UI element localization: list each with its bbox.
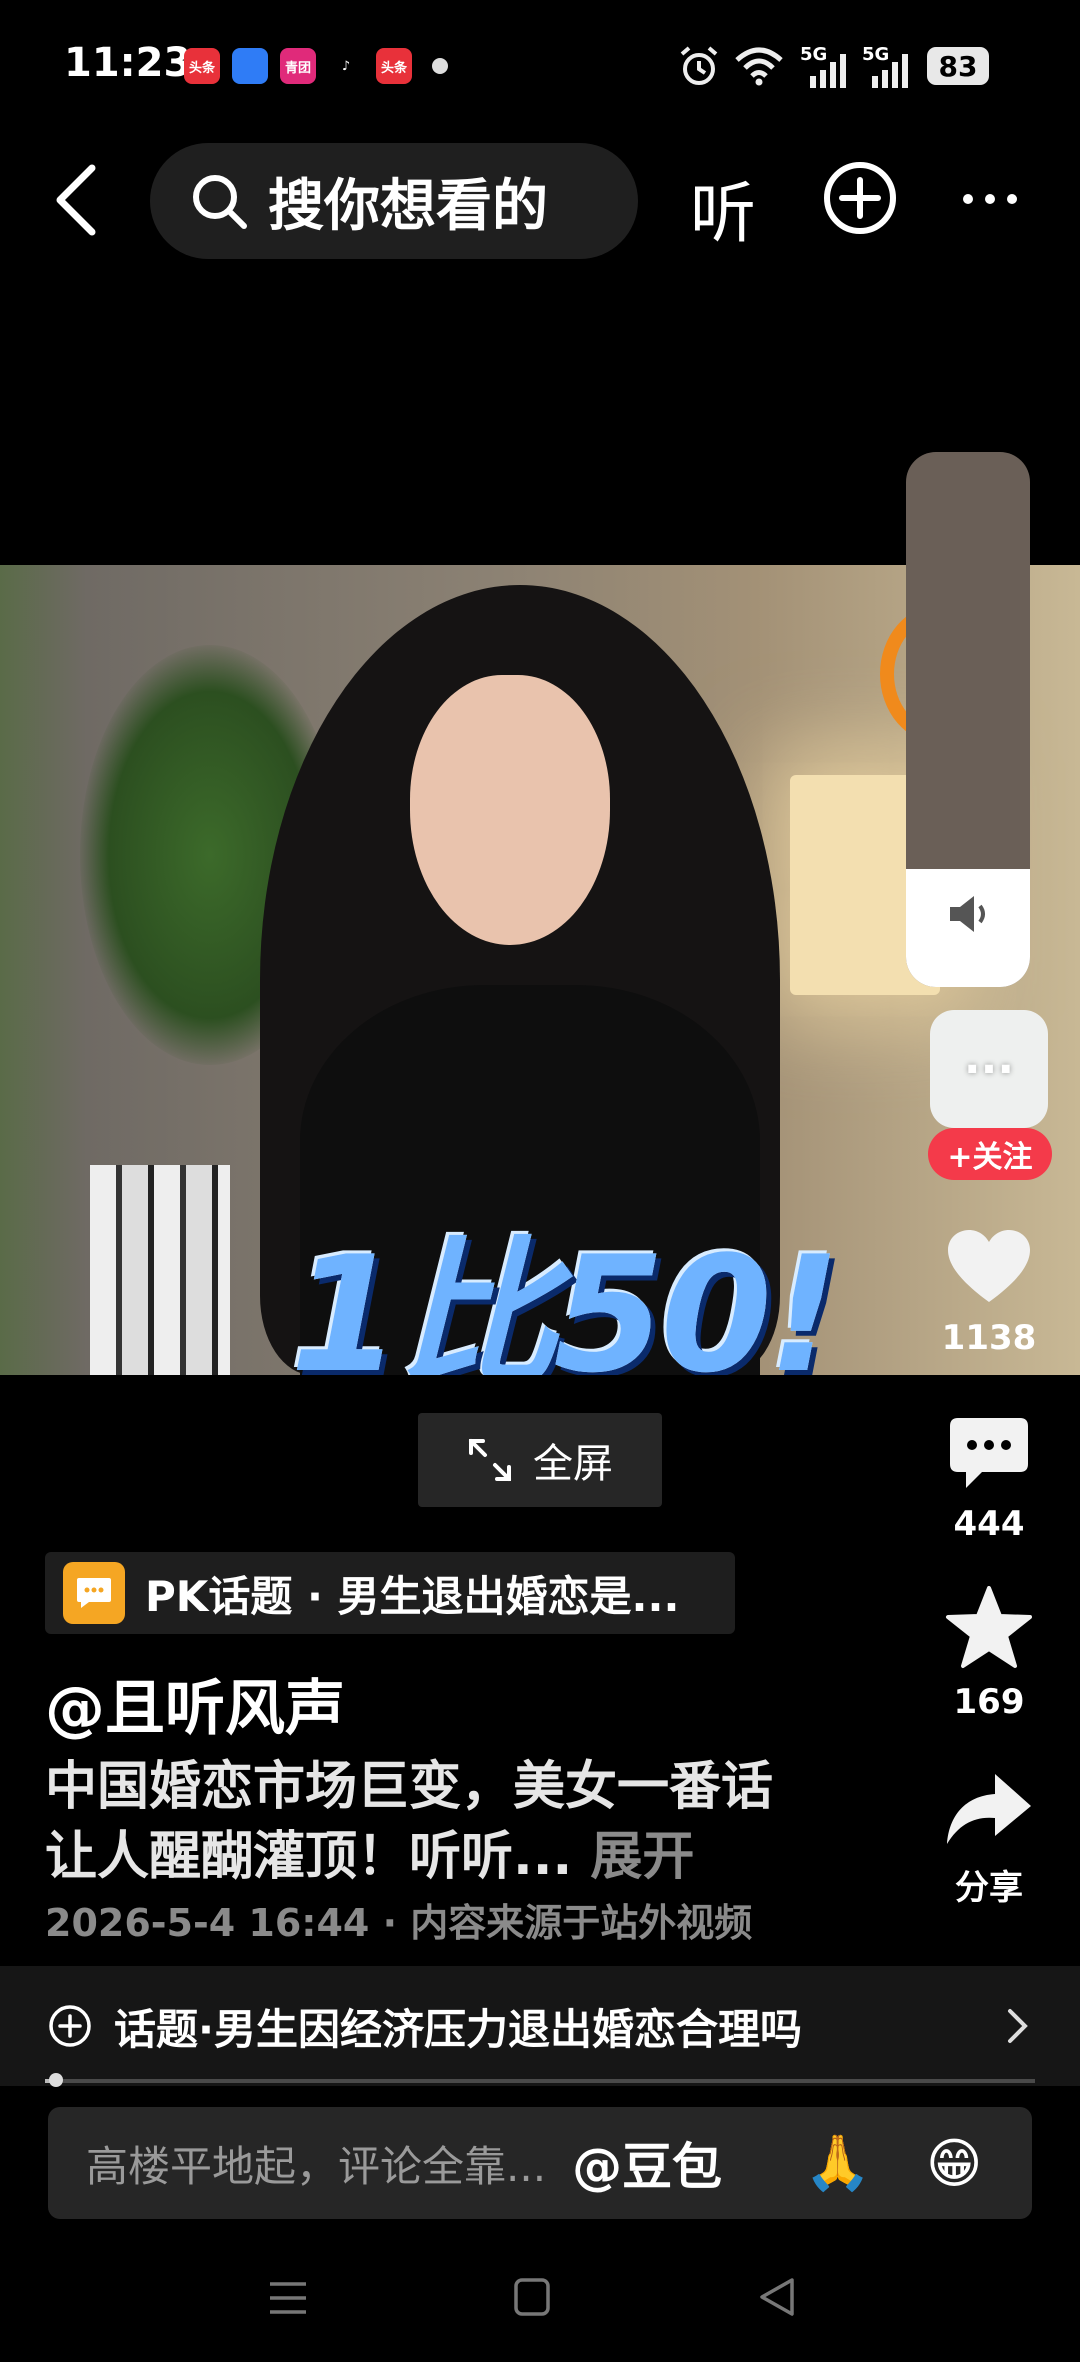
add-topic-icon [49,2005,91,2047]
chevron-right-icon [1008,2009,1028,2043]
publish-info: 2026-5-4 16:44 · 内容来源于站外视频 [45,1901,753,1945]
author-name[interactable]: @且听风声 [45,1660,345,1747]
listen-button[interactable]: 听 [690,160,756,256]
comment-placeholder: 高楼平地起，评论全靠... [86,2141,547,2191]
back-triangle-icon[interactable] [756,2274,798,2320]
back-arrow-icon[interactable] [48,160,108,240]
system-nav-bar [0,2250,1080,2362]
share-arrow-icon [947,1774,1031,1844]
comment-button[interactable]: 444 [930,1416,1048,1544]
share-label: 分享 [955,1868,1023,1908]
grin-emoji-button[interactable]: 😁 [926,2132,982,2195]
search-bar[interactable]: 搜你想看的 [150,143,638,259]
topic-text: 话题·男生因经济压力退出婚恋合理吗 [114,2004,802,2054]
topic-bar[interactable]: 话题·男生因经济压力退出婚恋合理吗 [0,1966,1080,2086]
expand-link[interactable]: 展开 [590,1827,694,1887]
comment-input[interactable]: 高楼平地起，评论全靠... @豆包 🙏 😁 [48,2107,1032,2219]
comment-count: 444 [953,1504,1025,1544]
home-square-icon[interactable] [512,2276,552,2318]
chat-bubble-icon [63,1562,125,1624]
app-badge-toutiao: 头条 [184,48,220,84]
volume-slider[interactable] [906,452,1030,987]
more-icon[interactable] [960,186,1020,212]
expand-icon [469,1439,511,1481]
pray-emoji-button[interactable]: 🙏 [804,2131,871,2195]
app-badge-blue [232,48,268,84]
status-time: 11:23 [64,40,192,86]
notification-dot [432,58,448,74]
favorite-button[interactable]: 169 [930,1586,1048,1722]
pk-topic-tag[interactable]: PK话题 · 男生退出婚恋是... [45,1552,735,1634]
fullscreen-label: 全屏 [533,1441,613,1487]
star-icon [946,1586,1032,1668]
signal-icon-1 [810,54,846,88]
app-badge-qingtuan: 青团 [280,48,316,84]
favorite-count: 169 [953,1682,1025,1722]
video-overlay-caption: 1比50! [290,1221,841,1375]
heart-icon [948,1230,1030,1302]
search-placeholder: 搜你想看的 [268,173,548,239]
like-button[interactable]: 1138 [930,1228,1048,1358]
wifi-icon [735,47,783,86]
author-avatar[interactable]: ··· [930,1010,1048,1128]
fullscreen-button[interactable]: 全屏 [418,1413,662,1507]
add-circle-icon[interactable] [822,160,898,236]
signal-icon-2 [872,54,908,88]
share-button[interactable]: 分享 [930,1770,1048,1909]
avatar-more-dots: ··· [963,1043,1015,1095]
video-books [90,1165,230,1375]
alarm-icon [680,46,718,85]
status-bar: 11:23 头条 青团 ♪ 头条 5G 5G 83 [0,0,1080,135]
video-person-face [410,675,610,945]
pk-topic-text: PK话题 · 男生退出婚恋是... [145,1571,680,1621]
search-icon [193,175,247,229]
playback-progress-track[interactable] [45,2079,1035,2083]
follow-button[interactable]: +关注 [928,1128,1052,1180]
speaker-icon [950,896,985,932]
video-description: 中国婚恋市场巨变，美女一番话让人醒醐灌顶！听听... 展开 [45,1752,805,1892]
mention-doubao-button[interactable]: @豆包 [572,2127,722,2199]
playback-progress-handle[interactable] [49,2073,63,2087]
battery-indicator: 83 [927,47,989,85]
app-badge-toutiao-2: 头条 [376,48,412,84]
comment-bubble-icon [950,1418,1028,1488]
like-count: 1138 [941,1318,1037,1358]
app-badge-tiktok: ♪ [328,48,364,84]
recents-menu-icon[interactable] [266,2278,310,2318]
